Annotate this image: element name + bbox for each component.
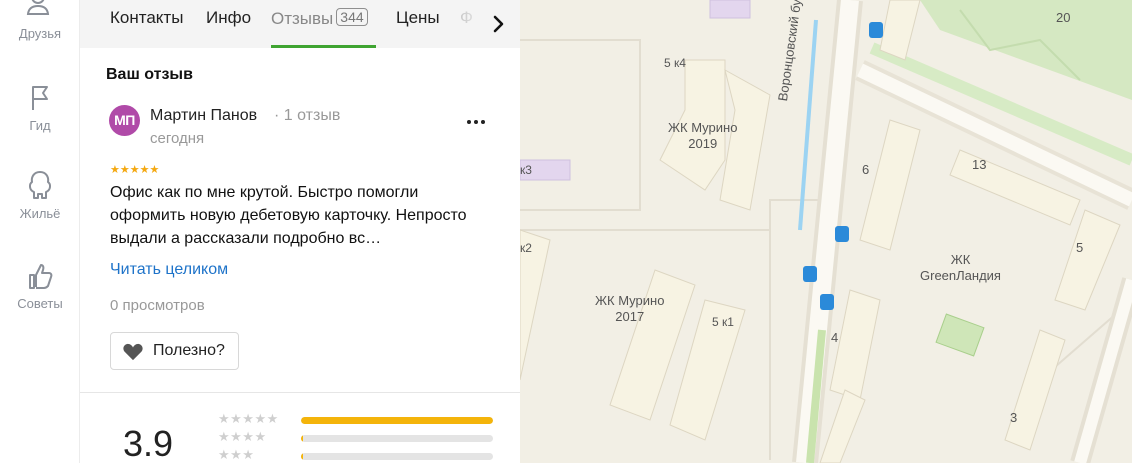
dist-fill (301, 417, 493, 424)
avatar[interactable]: МП (109, 105, 140, 136)
dist-track (301, 435, 493, 442)
tab-info[interactable]: Инфо (206, 8, 251, 28)
map-label: к3 (520, 163, 532, 177)
rail-item-label: Жильё (19, 206, 61, 221)
chevron-right-icon[interactable] (488, 13, 510, 35)
house-icon (28, 171, 52, 199)
dist-stars: ★★★ (218, 447, 255, 462)
reviews-count-badge: 344 (336, 8, 368, 26)
rating-value: 3.9 (123, 423, 174, 463)
place-panel: Контакты Инфо Отзывы344 Цены Ф Ваш отзыв… (80, 0, 520, 463)
rating-dist-row-5: ★★★★★ (218, 411, 498, 429)
review-text: Офис как по мне крутой. Быстро помогли о… (110, 184, 467, 247)
tab-bar: Контакты Инфо Отзывы344 Цены Ф (80, 0, 520, 48)
friends-icon (26, 0, 50, 15)
active-tab-indicator (271, 45, 376, 48)
views-count: 0 просмотров (110, 297, 205, 314)
map-canvas[interactable] (520, 0, 1132, 463)
rail-item-housing[interactable]: Жильё (0, 170, 80, 221)
tab-reviews[interactable]: Отзывы 344 (271, 8, 368, 29)
rail-item-tips[interactable]: Советы (0, 262, 80, 311)
divider (80, 392, 520, 393)
map-label: 13 (972, 157, 987, 172)
dist-track (301, 417, 493, 424)
heart-icon (123, 343, 143, 361)
map-label: 3 (1010, 410, 1018, 425)
rail-item-label: Гид (29, 118, 51, 133)
map-label: ЖК Мурино 2019 (668, 120, 738, 151)
rating-dist-row-4: ★★★★ (218, 429, 498, 447)
map-label: 4 (831, 330, 839, 345)
map-label: ЖК GreenЛандия (920, 252, 1001, 283)
tab-prices[interactable]: Цены (396, 8, 440, 28)
author-name[interactable]: Мартин Панов (150, 107, 257, 125)
tab-contacts[interactable]: Контакты (110, 8, 183, 28)
map-label: 5 (1076, 240, 1084, 255)
rail-item-label: Друзья (18, 26, 62, 41)
map-label: 6 (862, 162, 870, 177)
rail-item-guide[interactable]: Гид (0, 84, 80, 133)
dist-fill (301, 435, 303, 442)
map-label: к2 (520, 241, 532, 255)
flag-icon (32, 86, 48, 110)
dist-fill (301, 453, 303, 460)
read-more-link[interactable]: Читать целиком (110, 261, 228, 279)
dist-stars: ★★★★★ (218, 411, 279, 426)
rating-dist-row-3: ★★★ (218, 447, 498, 463)
map[interactable]: 5 к4 ЖК Мурино 2019 Воронцовский бульвар… (520, 0, 1132, 463)
rail-item-friends[interactable]: Друзья (0, 0, 80, 41)
helpful-button[interactable]: Полезно? (110, 332, 239, 370)
tab-reviews-label: Отзывы (271, 9, 334, 28)
review-date: сегодня (150, 130, 205, 147)
dist-stars: ★★★★ (218, 429, 267, 444)
tabs-fade (450, 0, 490, 45)
dist-track (301, 453, 493, 460)
map-label: 5 к4 (664, 56, 686, 70)
rail-item-label: Советы (17, 296, 63, 311)
helpful-label: Полезно? (153, 342, 225, 359)
map-label: 20 (1056, 10, 1071, 25)
left-rail: Друзья Гид Жильё Советы (0, 0, 80, 463)
review-stars: ★★★★★ (110, 164, 160, 176)
thumbs-up-icon (29, 264, 53, 289)
map-label: 5 к1 (712, 315, 734, 329)
author-review-count: · 1 отзыв (274, 107, 341, 124)
more-dots-icon[interactable] (464, 112, 488, 132)
section-title: Ваш отзыв (106, 66, 193, 83)
map-label: ЖК Мурино 2017 (595, 293, 665, 324)
